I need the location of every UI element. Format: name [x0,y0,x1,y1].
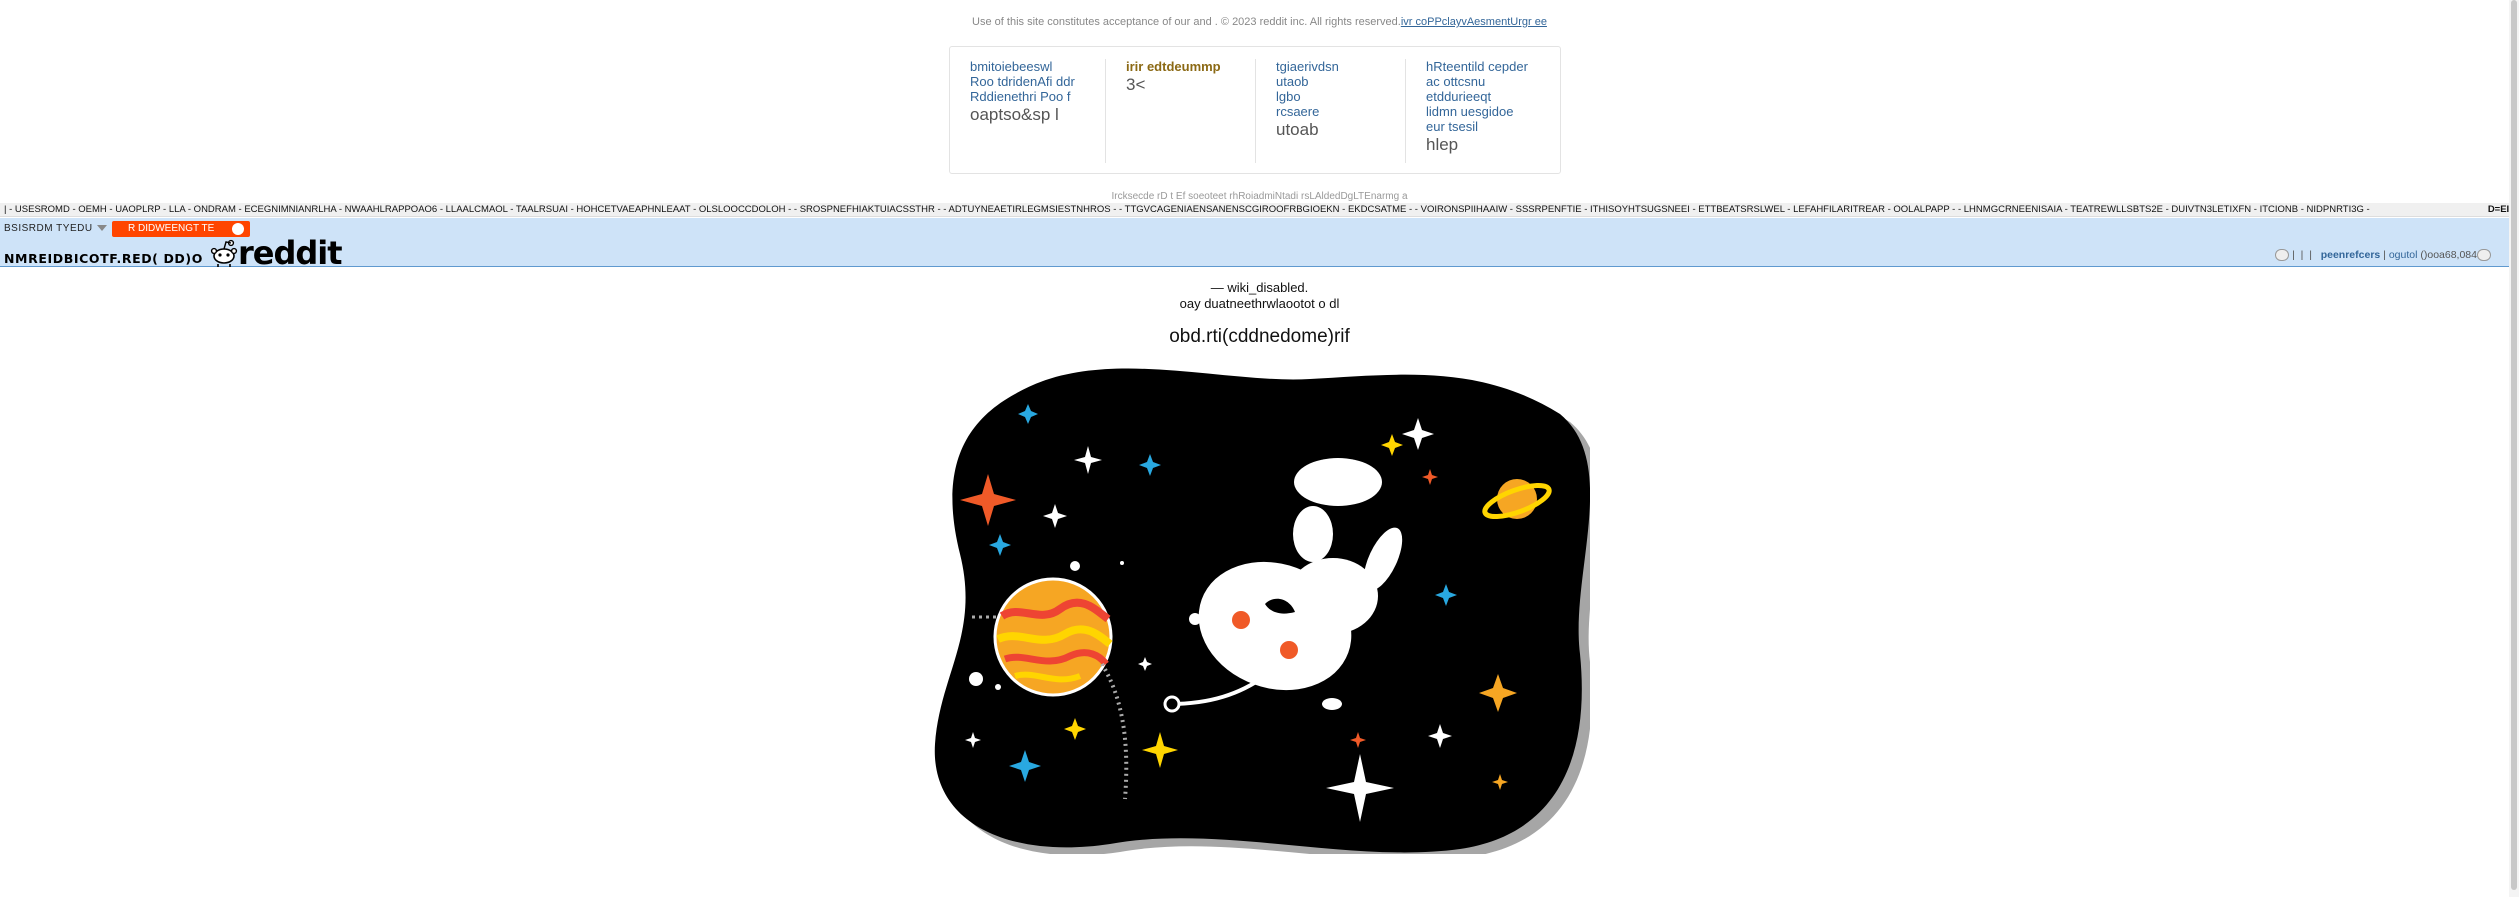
footer-link[interactable]: etddurieeqt [1426,89,1560,104]
legal-text: Use of this site constitutes acceptance … [972,16,1401,28]
logout-link[interactable]: ogutol [2389,249,2418,261]
footer-link[interactable]: utaob [1276,74,1405,89]
space-snoo-illustration [934,368,1590,854]
footer-heading[interactable]: irir edtdeummp [1126,59,1255,74]
wiki-status: — wiki_disabled. [1210,280,1309,295]
footer-link[interactable]: lgbo [1276,89,1405,104]
footer-link[interactable]: bmitoiebeeswl [970,59,1110,74]
snoo-logo-icon [210,239,238,267]
footer-column-3: tgiaerivdsn utaob lgbo rcsaere utoab [1255,59,1405,163]
site-header: BSISRDM TYEDU R DIDWEENGT TE NMREIDBICOT… [0,218,2519,272]
my-subreddits-label: BSISRDM TYEDU [4,223,93,234]
footer-link[interactable]: eur tsesil [1426,119,1560,134]
wiki-status-detail: oay duatneethrwlaootot o dl [1179,296,1340,311]
wiki-message: — wiki_disabled. oay duatneethrwlaootot … [0,280,2519,348]
reddit-wordmark: reddit [238,234,343,272]
footer-column-4: hRteentild cepder ac ottcsnu etddurieeqt… [1405,59,1560,163]
redesign-button[interactable]: R DIDWEENGT TE [112,221,250,237]
footer-link[interactable]: lidmn uesgidoe [1426,104,1560,119]
chevron-down-icon [96,225,107,232]
user-bar: | | | peenrefcers | ogutol ()ooa68,084 [2275,249,2491,262]
mail-icon[interactable] [2477,249,2491,262]
footer-link[interactable]: ac ottcsnu [1426,74,1560,89]
footer-links: bmitoiebeeswl Roo tdridenAfi ddr Rddiene… [949,46,1561,174]
footer-heading[interactable]: oaptso&sp l [970,104,1110,125]
footer-heading[interactable]: utoab [1276,119,1405,140]
footer-tagline: Ircksecde rD t Ef soeoteet rhRoiadmiNtad… [1111,191,1408,202]
page-name[interactable]: NMREIDBICOTF.RED( DD)O [4,251,203,266]
legal-link[interactable]: ivr coPPclayvAesmentUrgr ee [1401,16,1547,28]
footer-link[interactable]: hRteentild cepder [1426,59,1560,74]
chat-icon[interactable] [2275,249,2290,262]
subreddit-bar: | - USESROMD - OEMH - UAOPLRP - LLA - ON… [0,203,2519,217]
vertical-scrollbar[interactable] [2509,0,2519,897]
redesign-button-label: R DIDWEENGT TE [128,223,215,234]
page-title: obd.rti(cddnedome)rif [1169,326,1350,347]
footer-heading[interactable]: hlep [1426,134,1560,155]
footer-link[interactable]: Rddienethri Poo f [970,89,1110,104]
footer-link[interactable]: Roo tdridenAfi ddr [970,74,1110,89]
footer-column-2: irir edtdeummp 3< [1105,59,1255,163]
footer-heading[interactable]: 3< [1126,74,1255,95]
subreddit-list[interactable]: | - USESROMD - OEMH - UAOPLRP - LLA - ON… [4,204,2370,215]
footer-column-1: bmitoiebeeswl Roo tdridenAfi ddr Rddiene… [950,59,1110,163]
my-subreddits-dropdown[interactable]: BSISRDM TYEDU [4,223,107,234]
footer-link[interactable]: rcsaere [1276,104,1405,119]
scrollbar-thumb[interactable] [2511,0,2517,890]
preferences-link[interactable]: peenrefcers [2321,249,2381,261]
legal-notice: Use of this site constitutes acceptance … [0,16,2519,28]
karma-count: ()ooa68,084 [2420,249,2477,261]
footer-link[interactable]: tgiaerivdsn [1276,59,1405,74]
reddit-logo[interactable]: reddit [210,234,343,272]
